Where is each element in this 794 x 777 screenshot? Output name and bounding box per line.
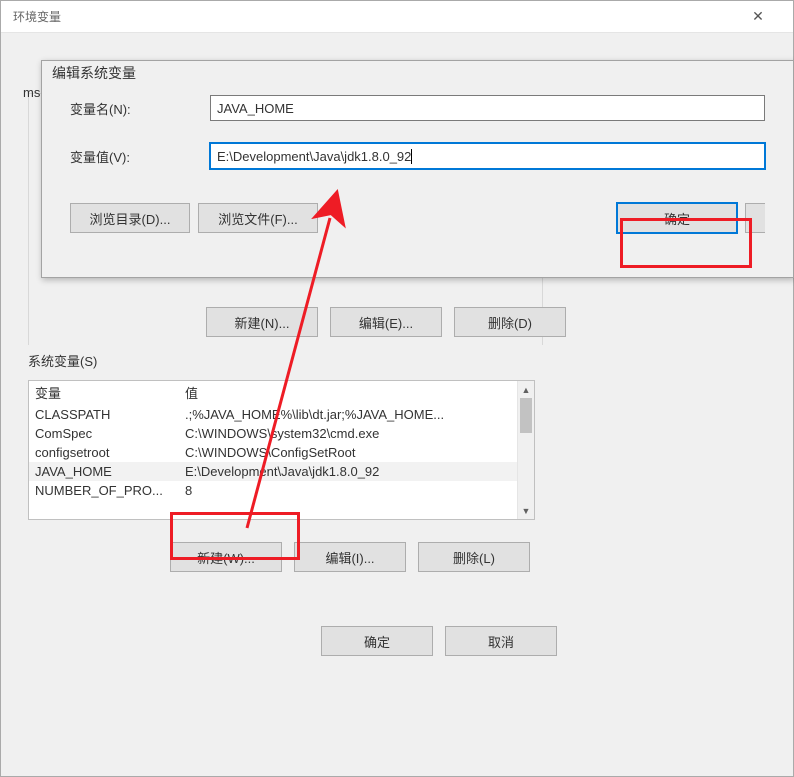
system-vars-group: 系统变量(S) 变量 值 CLASSPATH .;%JAVA_HOME%\lib… bbox=[28, 351, 548, 572]
value-label: 变量值(V): bbox=[70, 147, 210, 166]
button-spacer bbox=[326, 203, 609, 233]
scrollbar[interactable]: ▲ ▼ bbox=[517, 381, 534, 519]
table-row[interactable]: NUMBER_OF_PRO... 8 bbox=[29, 481, 534, 500]
system-vars-listview[interactable]: 变量 值 CLASSPATH .;%JAVA_HOME%\lib\dt.jar;… bbox=[28, 380, 535, 520]
value-row: 变量值(V): E:\Development\Java\jdk1.8.0_92 bbox=[70, 143, 765, 169]
modal-body: 变量名(N): 变量值(V): E:\Development\Java\jdk1… bbox=[42, 81, 793, 203]
ok-button[interactable]: 确定 bbox=[321, 626, 433, 656]
close-icon[interactable]: ✕ bbox=[735, 1, 781, 33]
user-vars-buttons: 新建(N)... 编辑(E)... 删除(D) bbox=[206, 307, 566, 337]
name-row: 变量名(N): bbox=[70, 95, 765, 121]
variable-value-input[interactable]: E:\Development\Java\jdk1.8.0_92 bbox=[210, 143, 765, 169]
user-delete-button[interactable]: 删除(D) bbox=[454, 307, 566, 337]
system-new-button[interactable]: 新建(W)... bbox=[170, 542, 282, 572]
cell-var: NUMBER_OF_PRO... bbox=[29, 481, 179, 500]
cell-var: ComSpec bbox=[29, 424, 179, 443]
footer-buttons: 确定 取消 bbox=[321, 626, 557, 656]
listview-rows: CLASSPATH .;%JAVA_HOME%\lib\dt.jar;%JAVA… bbox=[29, 405, 534, 500]
column-variable[interactable]: 变量 bbox=[29, 381, 179, 404]
listview-header: 变量 值 bbox=[29, 381, 534, 405]
variable-value-text: E:\Development\Java\jdk1.8.0_92 bbox=[217, 149, 411, 164]
variable-name-input[interactable] bbox=[210, 95, 765, 121]
name-label: 变量名(N): bbox=[70, 99, 210, 118]
system-vars-buttons: 新建(W)... 编辑(I)... 删除(L) bbox=[170, 542, 548, 572]
system-delete-button[interactable]: 删除(L) bbox=[418, 542, 530, 572]
cell-val: E:\Development\Java\jdk1.8.0_92 bbox=[179, 462, 534, 481]
user-edit-button[interactable]: 编辑(E)... bbox=[330, 307, 442, 337]
table-row[interactable]: ComSpec C:\WINDOWS\system32\cmd.exe bbox=[29, 424, 534, 443]
cell-val: C:\WINDOWS\ConfigSetRoot bbox=[179, 443, 534, 462]
scroll-up-icon[interactable]: ▲ bbox=[518, 381, 534, 398]
window-title: 环境变量 bbox=[13, 8, 61, 25]
cell-val: C:\WINDOWS\system32\cmd.exe bbox=[179, 424, 534, 443]
user-new-button[interactable]: 新建(N)... bbox=[206, 307, 318, 337]
browse-directory-button[interactable]: 浏览目录(D)... bbox=[70, 203, 190, 233]
modal-cancel-button-partial[interactable] bbox=[745, 203, 765, 233]
edit-system-variable-dialog: 编辑系统变量 变量名(N): 变量值(V): E:\Development\Ja… bbox=[41, 60, 794, 278]
cell-var: JAVA_HOME bbox=[29, 462, 179, 481]
table-row[interactable]: configsetroot C:\WINDOWS\ConfigSetRoot bbox=[29, 443, 534, 462]
table-row[interactable]: CLASSPATH .;%JAVA_HOME%\lib\dt.jar;%JAVA… bbox=[29, 405, 534, 424]
system-edit-button[interactable]: 编辑(I)... bbox=[294, 542, 406, 572]
modal-title: 编辑系统变量 bbox=[42, 61, 793, 81]
user-vars-label-prefix: ms bbox=[23, 85, 40, 100]
browse-file-button[interactable]: 浏览文件(F)... bbox=[198, 203, 318, 233]
modal-ok-button[interactable]: 确定 bbox=[617, 203, 737, 233]
modal-buttons: 浏览目录(D)... 浏览文件(F)... 确定 bbox=[42, 203, 793, 243]
cell-val: .;%JAVA_HOME%\lib\dt.jar;%JAVA_HOME... bbox=[179, 405, 534, 424]
table-row[interactable]: JAVA_HOME E:\Development\Java\jdk1.8.0_9… bbox=[29, 462, 534, 481]
system-vars-label: 系统变量(S) bbox=[28, 351, 548, 370]
column-value[interactable]: 值 bbox=[179, 381, 534, 404]
text-caret bbox=[411, 149, 412, 164]
cell-val: 8 bbox=[179, 481, 534, 500]
cell-var: CLASSPATH bbox=[29, 405, 179, 424]
scroll-down-icon[interactable]: ▼ bbox=[518, 502, 534, 519]
cancel-button[interactable]: 取消 bbox=[445, 626, 557, 656]
titlebar: 环境变量 ✕ bbox=[1, 1, 793, 33]
scroll-thumb[interactable] bbox=[520, 398, 532, 433]
cell-var: configsetroot bbox=[29, 443, 179, 462]
